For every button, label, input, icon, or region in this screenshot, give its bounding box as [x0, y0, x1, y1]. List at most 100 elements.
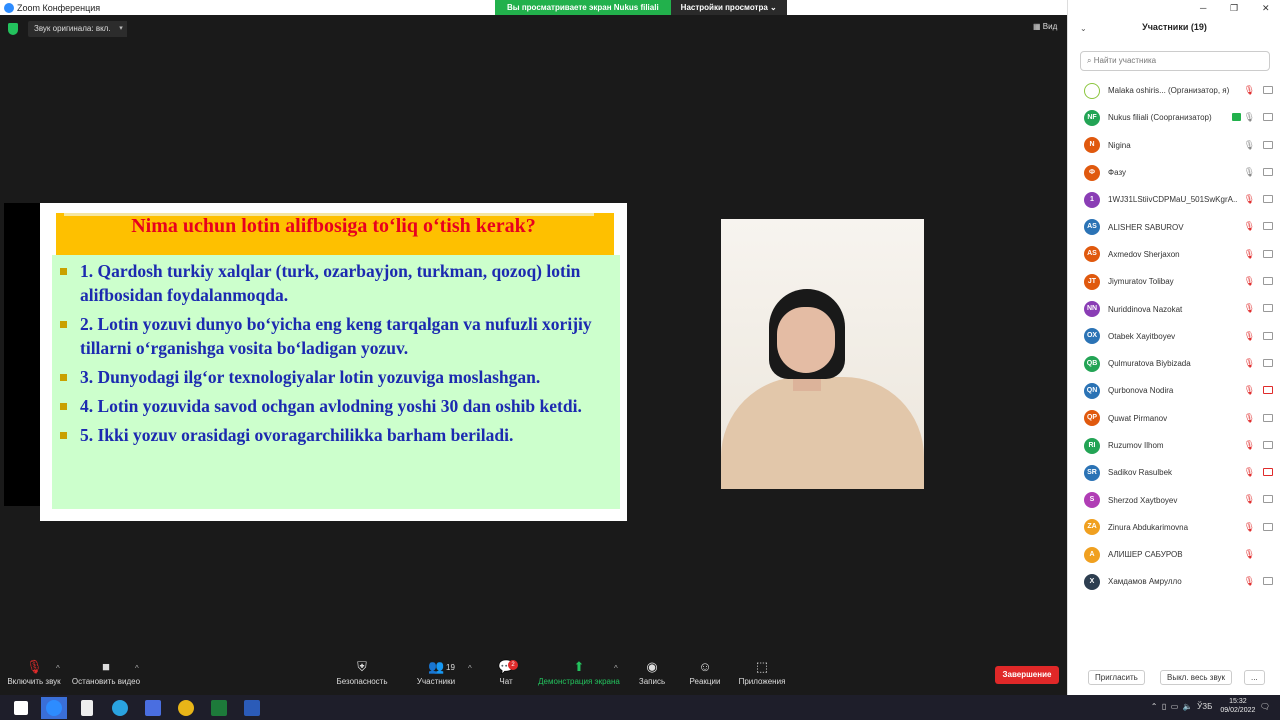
mic-muted-icon[interactable]: 🎙	[1244, 385, 1255, 396]
participant-row[interactable]: Ф Фазу 🎙	[1068, 159, 1280, 186]
participant-row[interactable]: 1 1WJ31LStiivCDPMaU_501SwKgrA... 🎙	[1068, 186, 1280, 213]
participant-row[interactable]: QN Qurbonova Nodira 🎙	[1068, 377, 1280, 404]
mic-muted-icon[interactable]: 🎙	[1244, 85, 1255, 96]
camera-icon[interactable]	[1263, 249, 1273, 258]
mic-muted-icon[interactable]: 🎙	[1244, 194, 1255, 205]
view-options-button[interactable]: Настройки просмотра ⌄	[670, 0, 787, 15]
camera-icon[interactable]	[1263, 495, 1273, 504]
save-taskbar-icon[interactable]	[140, 697, 166, 719]
participant-row[interactable]: QB Qulmuratova Biybizada 🎙	[1068, 350, 1280, 377]
participant-row[interactable]: AS ALISHER SABUROV 🎙	[1068, 213, 1280, 240]
security-button[interactable]: ⛨ Безопасность	[322, 660, 402, 687]
volume-icon[interactable]: 🔈	[1183, 702, 1193, 711]
participant-row[interactable]: SR Sadikov Rasulbek 🎙	[1068, 459, 1280, 486]
mic-muted-icon[interactable]: 🎙	[1244, 221, 1255, 232]
participant-row[interactable]: NF Nukus filiali (Соорганизатор) 🎙	[1068, 104, 1280, 131]
participant-row[interactable]: OX Otabek Xayitboyev 🎙	[1068, 323, 1280, 350]
camera-icon[interactable]	[1263, 167, 1273, 176]
excel-taskbar-icon[interactable]	[206, 697, 232, 719]
mic-icon[interactable]: 🎙	[1244, 112, 1255, 123]
mic-muted-icon[interactable]: 🎙	[1244, 440, 1255, 451]
participant-name: Zinura Abdukarimovna	[1108, 522, 1189, 532]
more-options-button[interactable]: ...	[1244, 670, 1265, 685]
camera-icon[interactable]	[1263, 140, 1273, 149]
original-audio-toggle[interactable]: Звук оригинала: вкл.	[28, 21, 117, 37]
avatar: RI	[1084, 437, 1100, 454]
mic-muted-icon[interactable]: 🎙	[1244, 358, 1255, 369]
windows-start-icon[interactable]	[8, 697, 34, 719]
chevron-down-icon[interactable]: ▾	[115, 21, 127, 37]
speaker-body	[721, 377, 924, 489]
chat-button[interactable]: 💬 Чат	[466, 660, 546, 687]
participants-button[interactable]: 👥 Участники	[396, 660, 476, 687]
participant-row[interactable]: JT Jiymuratov Tolibay 🎙	[1068, 268, 1280, 295]
mic-muted-icon[interactable]: 🎙	[1244, 549, 1255, 560]
participant-row[interactable]: X Хамдамов Амрулло 🎙	[1068, 568, 1280, 595]
telegram-taskbar-icon[interactable]	[107, 697, 133, 719]
participant-row[interactable]: Malaka oshiris... (Организатор, я) 🎙	[1068, 77, 1280, 104]
mic-muted-icon[interactable]: 🎙	[1244, 331, 1255, 342]
apps-button[interactable]: ⬚ Приложения	[722, 660, 802, 687]
camera-icon[interactable]	[1263, 304, 1273, 313]
camera-icon[interactable]	[1263, 222, 1273, 231]
close-icon[interactable]: ✕	[1262, 3, 1270, 14]
participant-row[interactable]: S Sherzod Xaytboyev 🎙	[1068, 486, 1280, 513]
mute-all-button[interactable]: Выкл. весь звук	[1160, 670, 1233, 685]
unmute-button[interactable]: 🎙 Включить звук	[0, 660, 74, 687]
end-meeting-button[interactable]: Завершение	[995, 666, 1059, 684]
mic-muted-icon[interactable]: 🎙	[1244, 413, 1255, 424]
camera-icon[interactable]	[1263, 522, 1273, 531]
camera-icon[interactable]	[1263, 440, 1273, 449]
camera-icon[interactable]	[1263, 358, 1273, 367]
participant-row[interactable]: N Nigina 🎙	[1068, 132, 1280, 159]
mic-muted-icon[interactable]: 🎙	[1244, 303, 1255, 314]
camera-icon[interactable]	[1263, 195, 1273, 204]
participant-name: 1WJ31LStiivCDPMaU_501SwKgrA...	[1108, 195, 1238, 205]
participant-name: Qurbonova Nodira	[1108, 386, 1174, 396]
mic-muted-icon[interactable]: 🎙	[1244, 467, 1255, 478]
participant-row[interactable]: AS Axmedov Sherjaxon 🎙	[1068, 241, 1280, 268]
chrome-taskbar-icon[interactable]	[173, 697, 199, 719]
minimize-icon[interactable]: ─	[1200, 3, 1206, 13]
camera-off-icon[interactable]	[1263, 468, 1273, 477]
camera-icon[interactable]	[1263, 277, 1273, 286]
mic-muted-icon[interactable]: 🎙	[1244, 494, 1255, 505]
mic-muted-icon[interactable]: 🎙	[1244, 522, 1255, 533]
mic-icon[interactable]: 🎙	[1244, 140, 1255, 151]
tray-chevron-icon[interactable]: ⌃	[1151, 702, 1158, 711]
share-screen-button[interactable]: ⬆ Демонстрация экрана	[538, 660, 620, 687]
mic-muted-icon[interactable]: 🎙	[1244, 576, 1255, 587]
stop-video-button[interactable]: ■ Остановить видео	[66, 660, 146, 687]
camera-icon[interactable]	[1263, 86, 1273, 94]
zoom-taskbar-icon[interactable]	[41, 696, 67, 719]
clock[interactable]: 15:32 09/02/2022	[1220, 697, 1255, 715]
maximize-icon[interactable]: ❐	[1230, 3, 1238, 14]
participant-row[interactable]: A АЛИШЕР САБУРОВ 🎙	[1068, 541, 1280, 568]
camera-icon[interactable]	[1263, 577, 1273, 586]
word-taskbar-icon[interactable]	[239, 697, 265, 719]
usb-icon[interactable]: ▯	[1162, 702, 1166, 711]
chevron-up-icon[interactable]: ^	[135, 664, 139, 673]
chevron-up-icon[interactable]: ^	[56, 664, 60, 673]
language-indicator[interactable]: ЎЗБ	[1197, 702, 1212, 711]
network-icon[interactable]: ▭	[1171, 702, 1179, 711]
mic-icon[interactable]: 🎙	[1244, 167, 1255, 178]
camera-icon[interactable]	[1263, 113, 1273, 122]
participant-row[interactable]: ZA Zinura Abdukarimovna 🎙	[1068, 514, 1280, 541]
camera-icon[interactable]	[1263, 331, 1273, 340]
participant-row[interactable]: NN Nuriddinova Nazokat 🎙	[1068, 295, 1280, 322]
mic-muted-icon[interactable]: 🎙	[1244, 276, 1255, 287]
participant-row[interactable]: QP Quwat Pirmanov 🎙	[1068, 405, 1280, 432]
participant-row[interactable]: RI Ruzumov Ilhom 🎙	[1068, 432, 1280, 459]
camera-off-icon[interactable]	[1263, 386, 1273, 395]
view-button[interactable]: ▦ Вид	[1033, 22, 1057, 31]
speaker-video[interactable]	[721, 219, 924, 489]
participant-name: Jiymuratov Tolibay	[1108, 277, 1174, 287]
mic-muted-icon[interactable]: 🎙	[1244, 249, 1255, 260]
camera-icon[interactable]	[1263, 413, 1273, 422]
participant-search-input[interactable]: ⌕ Найти участника	[1080, 51, 1270, 71]
encryption-shield-icon[interactable]	[8, 23, 18, 35]
invite-button[interactable]: Пригласить	[1088, 670, 1145, 685]
notifications-icon[interactable]: 🗨	[1260, 702, 1270, 711]
file-taskbar-icon[interactable]	[74, 697, 100, 719]
